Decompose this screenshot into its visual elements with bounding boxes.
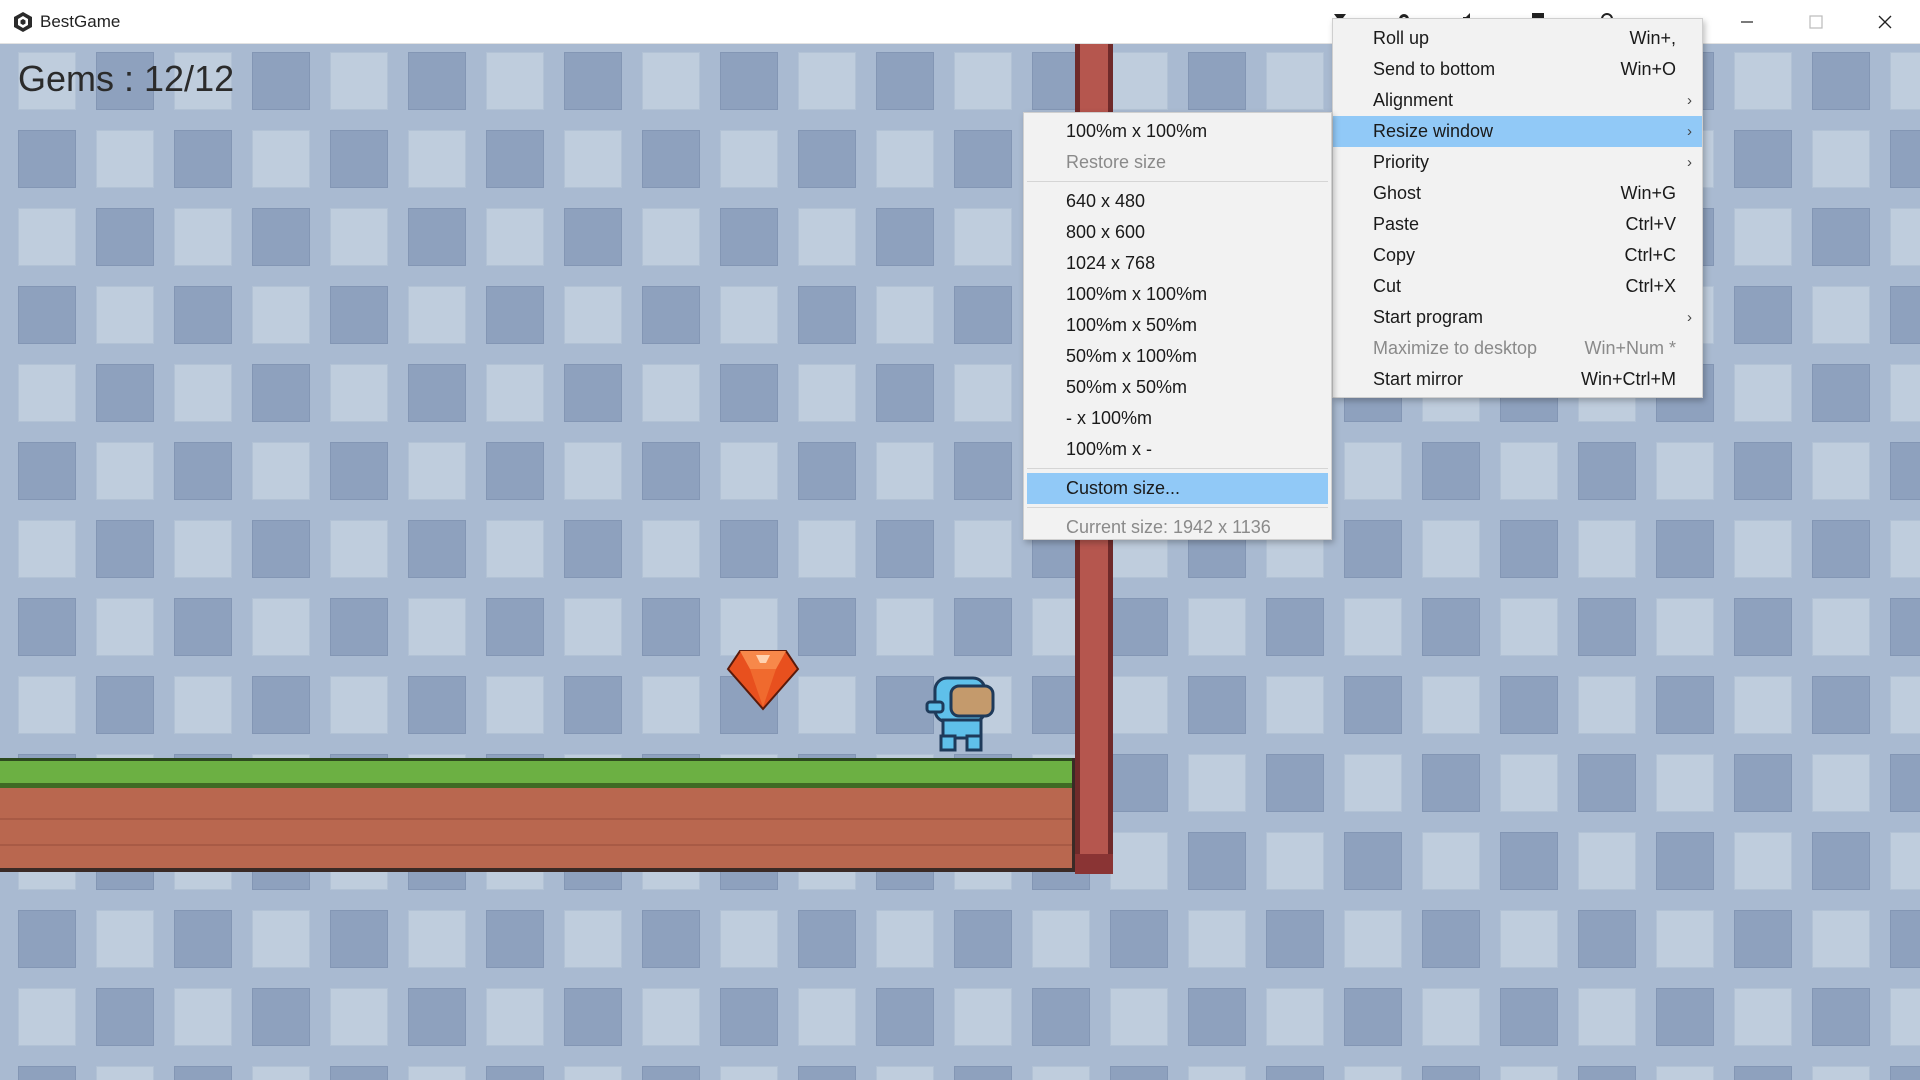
menu-item-restore-size: Restore size: [1066, 152, 1167, 172]
menu-item-resize-window[interactable]: Resize window ›: [1333, 116, 1702, 147]
grass-strip: [0, 758, 1072, 788]
menu-shortcut: Win+G: [1620, 183, 1676, 203]
menu-item-roll-up[interactable]: Roll up Win+,: [1333, 23, 1702, 54]
menu-item-copy[interactable]: Copy Ctrl+C: [1333, 240, 1702, 271]
menu-item-priority[interactable]: Priority ›: [1333, 147, 1702, 178]
maximize-button[interactable]: [1781, 0, 1851, 44]
menu-item-size-preset[interactable]: 640 x 480: [1024, 186, 1331, 217]
menu-item-size-preset[interactable]: 800 x 600: [1024, 217, 1331, 248]
player-character: [925, 676, 995, 752]
resize-window-submenu: 100%m x 100%m Restore size 640 x 480 800 x…: [1023, 112, 1332, 540]
wall-base: [1075, 854, 1113, 874]
menu-item-size-preset[interactable]: - x 100%m: [1024, 403, 1331, 434]
menu-item-size-preset[interactable]: 50%m x 100%m: [1024, 341, 1331, 372]
menu-shortcut: Win+Num *: [1584, 338, 1676, 358]
menu-item-send-to-bottom[interactable]: Send to bottom Win+O: [1333, 54, 1702, 85]
menu-separator: [1027, 468, 1328, 469]
menu-shortcut: Ctrl+C: [1624, 245, 1676, 265]
gems-counter: Gems : 12/12: [18, 58, 235, 99]
chevron-right-icon: ›: [1687, 309, 1692, 326]
menu-separator: [1027, 507, 1328, 508]
menu-item-start-program[interactable]: Start program ›: [1333, 302, 1702, 333]
menu-shortcut: Win+,: [1629, 28, 1676, 48]
chevron-right-icon: ›: [1687, 154, 1692, 171]
gem-icon: [726, 650, 800, 711]
maximize-icon: [1809, 15, 1823, 29]
menu-shortcut: Ctrl+X: [1625, 276, 1676, 296]
close-button[interactable]: [1850, 0, 1920, 44]
menu-item-size-preset[interactable]: 100%m x 50%m: [1024, 310, 1331, 341]
window-context-menu: Roll up Win+, Send to bottom Win+O Alignment…: [1332, 18, 1703, 398]
menu-shortcut: Win+O: [1620, 59, 1676, 79]
menu-item-start-mirror[interactable]: Start mirror Win+Ctrl+M: [1333, 364, 1702, 395]
menu-item-size-preset[interactable]: 50%m x 50%m: [1024, 372, 1331, 403]
menu-shortcut: Win+Ctrl+M: [1580, 369, 1676, 389]
menu-item-ghost[interactable]: Ghost Win+G: [1333, 178, 1702, 209]
unity-logo-icon: [14, 12, 32, 32]
ground-platform: [0, 758, 1075, 872]
menu-item-maximize-to-desktop: Maximize to desktop Win+Num *: [1333, 333, 1702, 364]
menu-item-size-preset[interactable]: 1024 x 768: [1024, 248, 1331, 279]
menu-item-alignment[interactable]: Alignment ›: [1333, 85, 1702, 116]
menu-item-size-preset[interactable]: 100%m x 100%m: [1024, 279, 1331, 310]
menu-item-custom-size[interactable]: Custom size...: [1027, 473, 1328, 504]
chevron-right-icon: ›: [1687, 92, 1692, 109]
close-icon: [1878, 15, 1892, 29]
menu-item-maximize-size[interactable]: 100%m x 100%m: [1024, 116, 1331, 147]
chevron-right-icon: ›: [1687, 123, 1692, 140]
minimize-button[interactable]: [1712, 0, 1782, 44]
menu-separator: [1027, 181, 1328, 182]
current-size-label: Current size: 1942 x 1136: [1066, 517, 1271, 537]
menu-item-size-preset[interactable]: 100%m x -: [1024, 434, 1331, 465]
menu-shortcut: Ctrl+V: [1625, 214, 1676, 234]
minimize-icon: [1741, 21, 1753, 23]
menu-item-cut[interactable]: Cut Ctrl+X: [1333, 271, 1702, 302]
menu-item-paste[interactable]: Paste Ctrl+V: [1333, 209, 1702, 240]
window-title: BestGame: [40, 12, 121, 31]
